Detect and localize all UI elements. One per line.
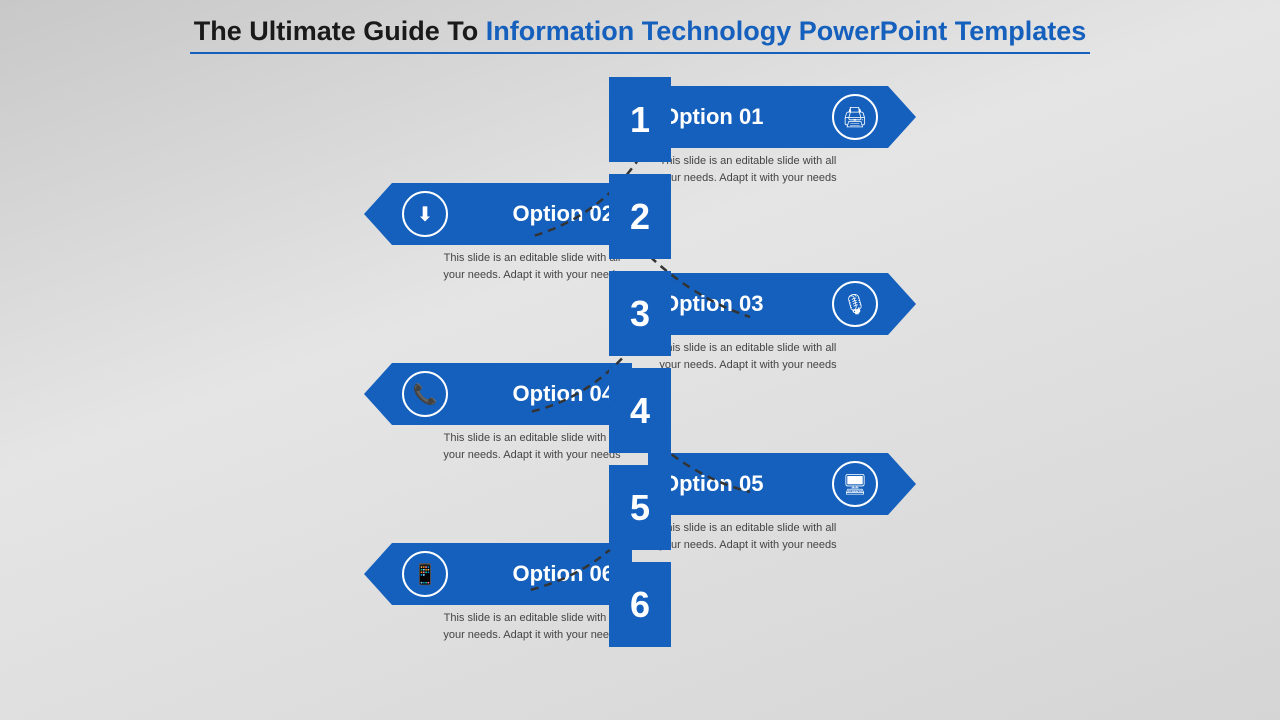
option-06-desc: This slide is an editable slide with all… (442, 610, 622, 643)
option-03-body: Option 03 🎙 (648, 273, 888, 335)
option-06-container: 📱 Option 06 This slide is an editable sl… (364, 543, 632, 643)
spine-num-4: 4 (609, 368, 671, 453)
spine-column: 1 2 3 4 5 6 (609, 77, 671, 647)
option-03-tip (888, 273, 916, 335)
title-prefix: The Ultimate Guide To (194, 16, 486, 46)
option-05-arrow: Option 05 🖥 (648, 453, 916, 515)
spine-num-6: 6 (609, 562, 671, 647)
title-area: The Ultimate Guide To Information Techno… (0, 0, 1280, 62)
option-02-icon: ⬇ (402, 191, 448, 237)
option-04-body: 📞 Option 04 (392, 363, 632, 425)
option-01-label: Option 01 (662, 104, 832, 130)
option-03-container: Option 03 🎙 This slide is an editable sl… (648, 273, 916, 373)
option-06-body: 📱 Option 06 (392, 543, 632, 605)
option-06-arrow: 📱 Option 06 (364, 543, 632, 605)
option-05-tip (888, 453, 916, 515)
option-05-icon: 🖥 (832, 461, 878, 507)
title-underline (190, 52, 1090, 54)
option-01-icon: 🖨 (832, 94, 878, 140)
option-01-arrow: Option 01 🖨 (648, 86, 916, 148)
page-container: The Ultimate Guide To Information Techno… (0, 0, 1280, 720)
option-04-label: Option 04 (448, 381, 618, 407)
option-04-desc: This slide is an editable slide with all… (442, 430, 622, 463)
option-06-label: Option 06 (448, 561, 618, 587)
option-05-label: Option 05 (662, 471, 832, 497)
spine-num-5: 5 (609, 465, 671, 550)
option-02-container: ⬇ Option 02 This slide is an editable sl… (364, 183, 632, 283)
spine-num-2: 2 (609, 174, 671, 259)
option-04-tip (364, 363, 392, 425)
diagram-area: 1 2 3 4 5 6 Option 01 🖨 (0, 62, 1280, 702)
option-05-body: Option 05 🖥 (648, 453, 888, 515)
option-03-label: Option 03 (662, 291, 832, 317)
option-03-icon: 🎙 (832, 281, 878, 327)
option-03-desc: This slide is an editable slide with all… (658, 340, 838, 373)
option-02-tip (364, 183, 392, 245)
option-02-label: Option 02 (448, 201, 618, 227)
spine-num-1: 1 (609, 77, 671, 162)
option-06-icon: 📱 (402, 551, 448, 597)
option-01-tip (888, 86, 916, 148)
title-highlight: Information Technology PowerPoint Templa… (486, 16, 1087, 46)
option-03-arrow: Option 03 🎙 (648, 273, 916, 335)
option-01-container: Option 01 🖨 This slide is an editable sl… (648, 86, 916, 186)
option-01-desc: This slide is an editable slide with all… (658, 153, 838, 186)
option-02-body: ⬇ Option 02 (392, 183, 632, 245)
spine-num-3: 3 (609, 271, 671, 356)
option-04-icon: 📞 (402, 371, 448, 417)
option-05-desc: This slide is an editable slide with all… (658, 520, 838, 553)
option-02-desc: This slide is an editable slide with all… (442, 250, 622, 283)
option-02-arrow: ⬇ Option 02 (364, 183, 632, 245)
option-05-container: Option 05 🖥 This slide is an editable sl… (648, 453, 916, 553)
option-04-arrow: 📞 Option 04 (364, 363, 632, 425)
option-06-tip (364, 543, 392, 605)
option-04-container: 📞 Option 04 This slide is an editable sl… (364, 363, 632, 463)
option-01-body: Option 01 🖨 (648, 86, 888, 148)
